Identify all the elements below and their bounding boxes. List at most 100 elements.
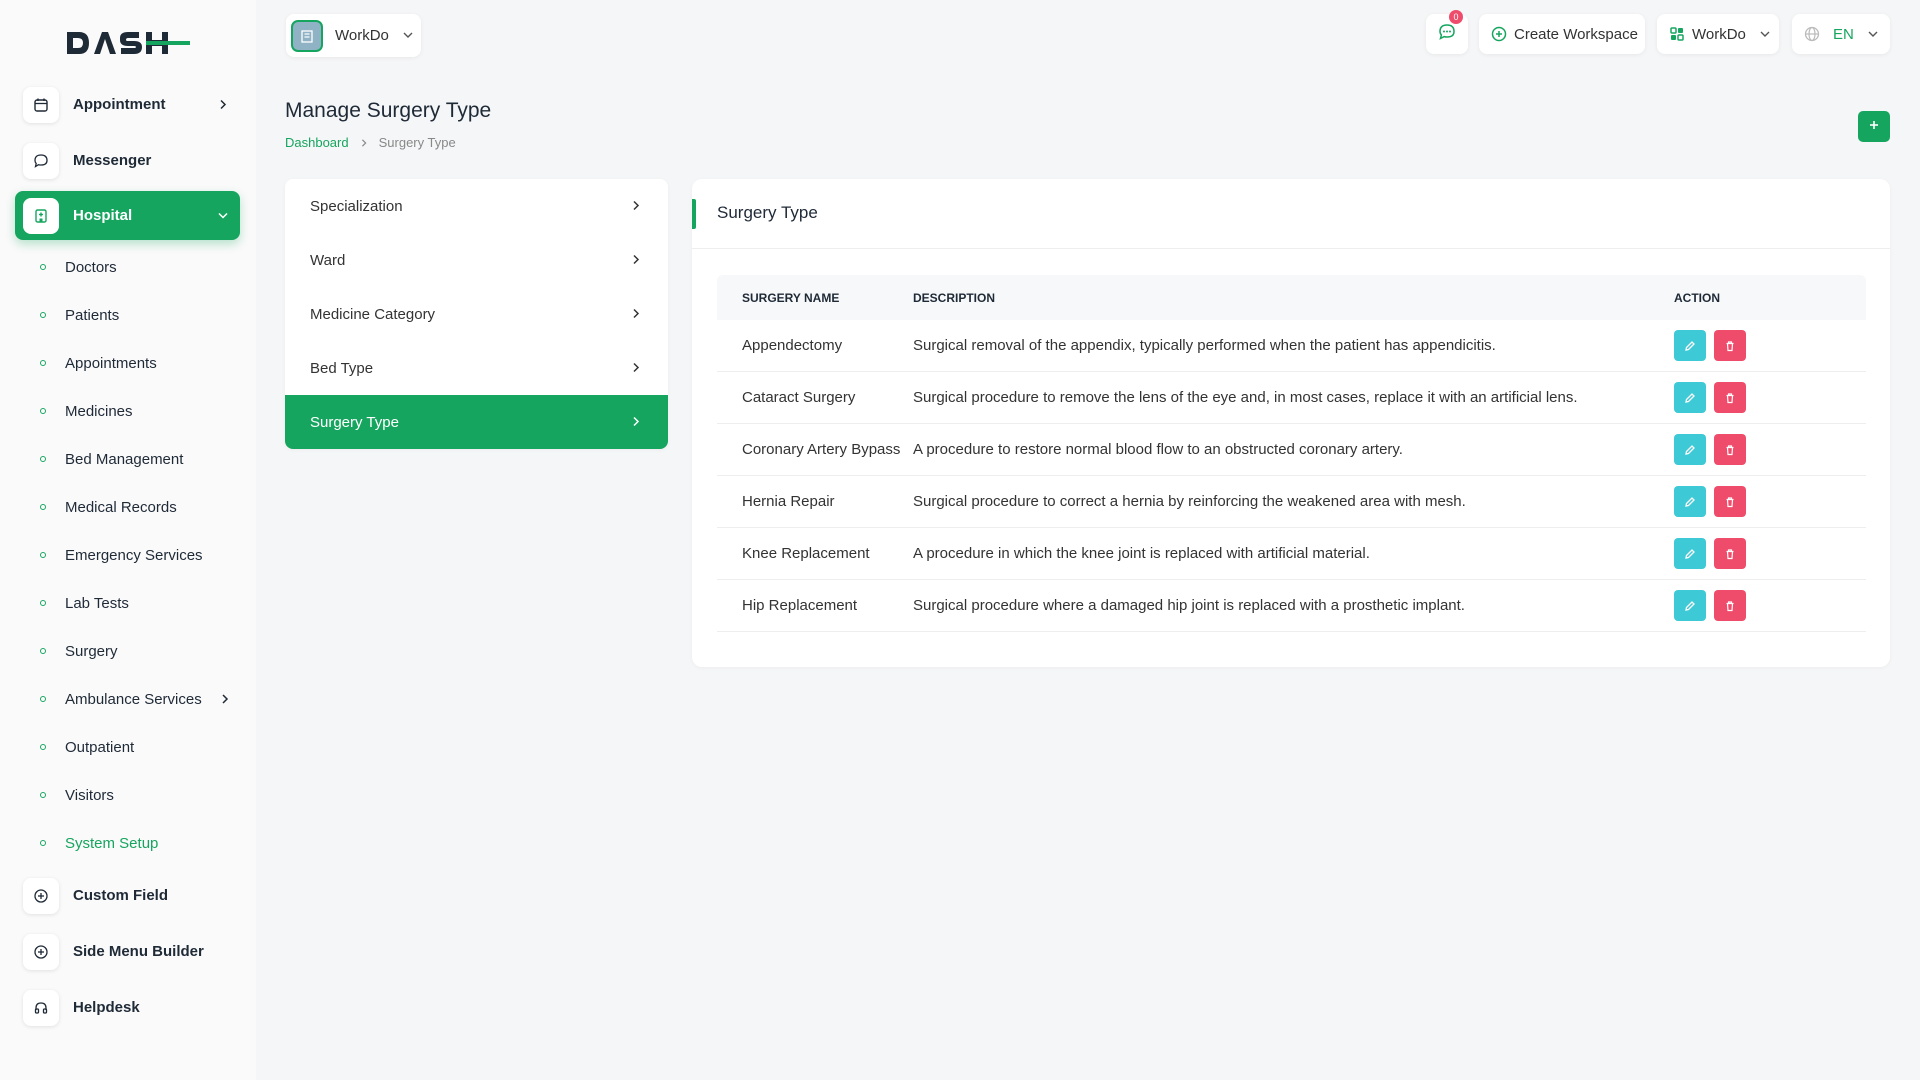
bullet-icon [40, 504, 46, 510]
sidebar-subitem-ambulance-services[interactable]: Ambulance Services [40, 687, 230, 711]
sidebar-subitem-bed-management[interactable]: Bed Management [40, 447, 183, 471]
delete-button[interactable] [1714, 590, 1746, 621]
delete-button[interactable] [1714, 382, 1746, 413]
bullet-icon [40, 840, 46, 846]
sidebar-subitem-outpatient[interactable]: Outpatient [40, 735, 134, 759]
settings-item-surgery-type[interactable]: Surgery Type [285, 395, 668, 449]
card-header: Surgery Type [692, 179, 1890, 249]
delete-button[interactable] [1714, 486, 1746, 517]
chevron-down-icon [1868, 29, 1878, 39]
globe-icon [1804, 26, 1820, 42]
building-icon [291, 19, 323, 52]
sidebar-item-messenger[interactable]: Messenger [15, 136, 240, 185]
delete-button[interactable] [1714, 330, 1746, 361]
trash-icon [1726, 444, 1734, 455]
trash-icon [1726, 548, 1734, 559]
plus-icon [1868, 118, 1880, 136]
sidebar-subitem-medicines[interactable]: Medicines [40, 399, 133, 423]
chevron-right-icon [218, 96, 228, 113]
sidebar-subitem-label: Medicines [65, 402, 133, 420]
table-row: Cataract Surgery Surgical procedure to r… [717, 372, 1866, 424]
breadcrumb: Dashboard Surgery Type [285, 135, 456, 150]
sidebar-item-label: Appointment [73, 96, 166, 113]
plus-circle-icon [23, 877, 59, 914]
accent-bar [692, 199, 696, 229]
sidebar-subitem-medical-records[interactable]: Medical Records [40, 495, 177, 519]
bullet-icon [40, 792, 46, 798]
settings-item-specialization[interactable]: Specialization [285, 179, 668, 233]
brand-logo[interactable] [64, 28, 190, 63]
breadcrumb-current: Surgery Type [378, 135, 456, 150]
bullet-icon [40, 456, 46, 462]
sidebar-subitem-system-setup[interactable]: System Setup [40, 831, 158, 855]
edit-button[interactable] [1674, 590, 1706, 621]
settings-item-ward[interactable]: Ward [285, 233, 668, 287]
surgery-type-card: Surgery Type SURGERY NAME DESCRIPTION AC… [692, 179, 1890, 667]
sidebar: Appointment Messenger Hospital Doctors P… [0, 0, 256, 1080]
table-row: Coronary Artery Bypass A procedure to re… [717, 424, 1866, 476]
chevron-right-icon [631, 360, 641, 377]
workspace-menu-label: WorkDo [1692, 25, 1746, 43]
headset-icon [23, 989, 59, 1026]
sidebar-subitem-label: Visitors [65, 786, 114, 804]
pencil-icon [1685, 600, 1695, 611]
edit-button[interactable] [1674, 538, 1706, 569]
workspace-selector[interactable]: WorkDo [286, 14, 421, 57]
description-cell: Surgical procedure to correct a hernia b… [913, 493, 1466, 510]
description-cell: Surgical procedure to remove the lens of… [913, 389, 1578, 406]
settings-item-label: Ward [310, 251, 346, 269]
messages-button[interactable]: 0 [1426, 10, 1468, 54]
settings-item-bed-type[interactable]: Bed Type [285, 341, 668, 395]
sidebar-subitem-patients[interactable]: Patients [40, 303, 119, 327]
breadcrumb-dashboard-link[interactable]: Dashboard [285, 135, 349, 150]
language-selector[interactable]: EN [1792, 14, 1890, 54]
chat-icon [23, 142, 59, 179]
sidebar-item-side-menu-builder[interactable]: Side Menu Builder [15, 927, 240, 976]
sidebar-subitem-lab-tests[interactable]: Lab Tests [40, 591, 129, 615]
sidebar-subitem-label: Medical Records [65, 498, 177, 516]
edit-button[interactable] [1674, 382, 1706, 413]
workspace-selector-label: WorkDo [335, 27, 389, 44]
trash-icon [1726, 496, 1734, 507]
sidebar-subitem-surgery[interactable]: Surgery [40, 639, 118, 663]
sidebar-subitem-label: Doctors [65, 258, 117, 276]
settings-item-label: Specialization [310, 197, 403, 215]
delete-button[interactable] [1714, 434, 1746, 465]
sidebar-item-hospital[interactable]: Hospital [15, 191, 240, 240]
bullet-icon [40, 744, 46, 750]
description-cell: A procedure to restore normal blood flow… [913, 441, 1403, 458]
delete-button[interactable] [1714, 538, 1746, 569]
sidebar-subitem-emergency-services[interactable]: Emergency Services [40, 543, 203, 567]
sidebar-subitem-appointments[interactable]: Appointments [40, 351, 157, 375]
edit-button[interactable] [1674, 330, 1706, 361]
create-workspace-button[interactable]: Create Workspace [1479, 14, 1645, 54]
bullet-icon [40, 360, 46, 366]
settings-item-label: Bed Type [310, 359, 374, 377]
workspace-menu[interactable]: WorkDo [1657, 14, 1779, 54]
sidebar-item-label: Hospital [73, 207, 133, 224]
trash-icon [1726, 340, 1734, 351]
pencil-icon [1685, 496, 1695, 507]
sidebar-subitem-doctors[interactable]: Doctors [40, 255, 117, 279]
description-cell: Surgical removal of the appendix, typica… [913, 337, 1496, 354]
dash-logo-icon [67, 32, 190, 54]
action-cell [1652, 434, 1746, 465]
settings-item-medicine-category[interactable]: Medicine Category [285, 287, 668, 341]
surgery-name-cell: Knee Replacement [742, 545, 870, 562]
edit-button[interactable] [1674, 434, 1706, 465]
chevron-right-icon [631, 306, 641, 323]
column-header-description[interactable]: DESCRIPTION [913, 291, 1652, 305]
sidebar-item-custom-field[interactable]: Custom Field [15, 871, 240, 920]
edit-button[interactable] [1674, 486, 1706, 517]
action-cell [1652, 538, 1746, 569]
sidebar-item-helpdesk[interactable]: Helpdesk [15, 983, 240, 1032]
column-header-surgery-name[interactable]: SURGERY NAME [717, 291, 913, 305]
bullet-icon [40, 312, 46, 318]
description-cell: Surgical procedure where a damaged hip j… [913, 597, 1465, 614]
table-row: Appendectomy Surgical removal of the app… [717, 320, 1866, 372]
bullet-icon [40, 264, 46, 270]
add-surgery-type-button[interactable] [1858, 111, 1890, 142]
pencil-icon [1685, 392, 1695, 403]
sidebar-item-appointment[interactable]: Appointment [15, 80, 240, 129]
sidebar-subitem-visitors[interactable]: Visitors [40, 783, 114, 807]
